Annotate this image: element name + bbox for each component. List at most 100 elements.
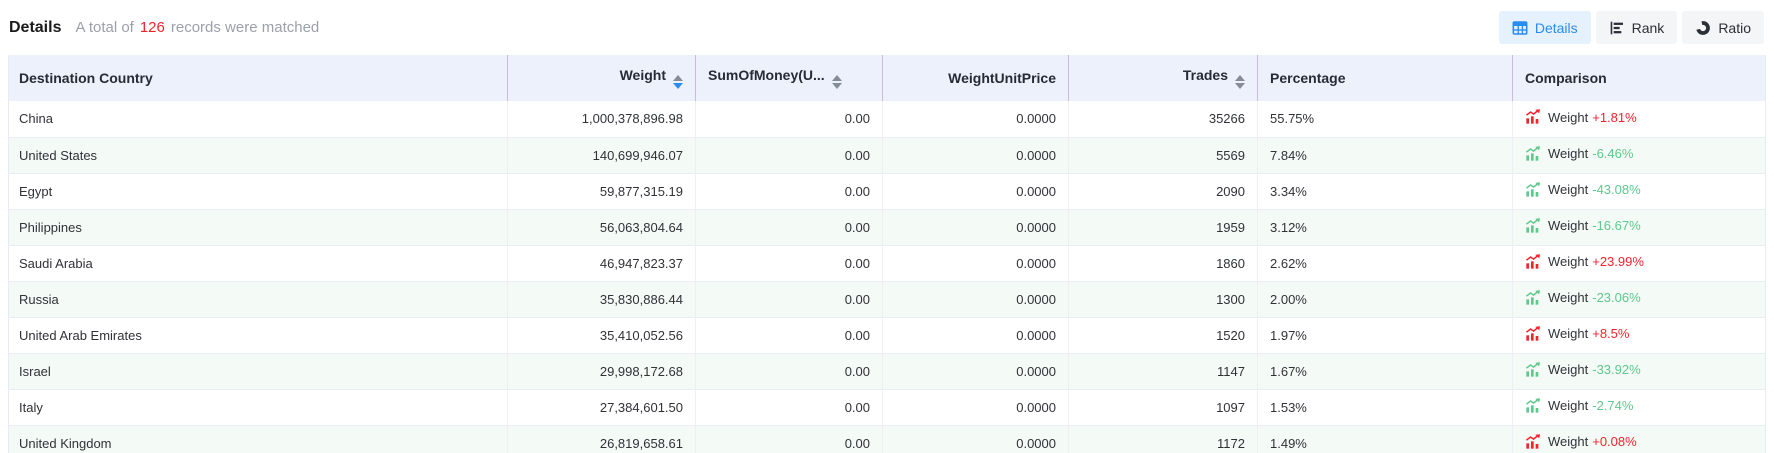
cell-trades: 1097 <box>1069 389 1258 425</box>
trend-chart-icon <box>1525 326 1541 342</box>
comparison-indicator: Weight -2.74% <box>1525 398 1633 414</box>
cell-sum-of-money: 0.00 <box>696 137 883 173</box>
cell-comparison: Weight -33.92% <box>1513 353 1766 389</box>
comparison-percent-value: -23.06% <box>1592 290 1640 305</box>
cell-trades: 2090 <box>1069 173 1258 209</box>
cell-trades: 1520 <box>1069 317 1258 353</box>
col-header-sum-of-money[interactable]: SumOfMoney(U... <box>696 55 883 101</box>
topbar-summary-group: Details A total of126records were matche… <box>9 19 319 37</box>
comparison-percent-value: +0.08% <box>1592 434 1636 449</box>
cell-weight-unit-price: 0.0000 <box>883 389 1069 425</box>
table-grid-icon <box>1512 20 1528 36</box>
comparison-metric-label: Weight <box>1548 326 1588 341</box>
comparison-percent-value: -33.92% <box>1592 362 1640 377</box>
summary-suffix: records were matched <box>171 19 319 36</box>
cell-weight: 1,000,378,896.98 <box>508 101 696 137</box>
cell-sum-of-money: 0.00 <box>696 245 883 281</box>
ratio-view-label: Ratio <box>1718 20 1751 36</box>
cell-weight: 35,410,052.56 <box>508 317 696 353</box>
cell-weight-unit-price: 0.0000 <box>883 317 1069 353</box>
comparison-indicator: Weight +1.81% <box>1525 109 1637 125</box>
table-row: Philippines 56,063,804.64 0.00 0.0000 19… <box>9 209 1766 245</box>
table-row: United Arab Emirates 35,410,052.56 0.00 … <box>9 317 1766 353</box>
cell-destination-country: Italy <box>9 389 508 425</box>
cell-weight-unit-price: 0.0000 <box>883 245 1069 281</box>
trend-chart-icon <box>1525 218 1541 234</box>
comparison-indicator: Weight -43.08% <box>1525 182 1641 198</box>
trend-chart-icon <box>1525 398 1541 414</box>
comparison-indicator: Weight -23.06% <box>1525 290 1641 306</box>
trend-chart-icon <box>1525 146 1541 162</box>
cell-trades: 1300 <box>1069 281 1258 317</box>
cell-percentage: 2.62% <box>1258 245 1513 281</box>
ratio-view-button[interactable]: Ratio <box>1682 11 1764 44</box>
comparison-percent-value: +1.81% <box>1592 110 1636 125</box>
cell-comparison: Weight -16.67% <box>1513 209 1766 245</box>
comparison-percent-value: -16.67% <box>1592 218 1640 233</box>
cell-weight-unit-price: 0.0000 <box>883 425 1069 453</box>
col-header-weight[interactable]: Weight <box>508 55 696 101</box>
trend-chart-icon <box>1525 109 1541 125</box>
cell-destination-country: Egypt <box>9 173 508 209</box>
rank-bars-icon <box>1609 20 1625 36</box>
cell-destination-country: Philippines <box>9 209 508 245</box>
comparison-metric-label: Weight <box>1548 290 1588 305</box>
cell-comparison: Weight -6.46% <box>1513 137 1766 173</box>
col-header-comparison: Comparison <box>1513 55 1766 101</box>
cell-weight: 26,819,658.61 <box>508 425 696 453</box>
comparison-metric-label: Weight <box>1548 398 1588 413</box>
cell-sum-of-money: 0.00 <box>696 425 883 453</box>
table-body: China 1,000,378,896.98 0.00 0.0000 35266… <box>9 101 1766 453</box>
cell-weight-unit-price: 0.0000 <box>883 101 1069 137</box>
table-row: Saudi Arabia 46,947,823.37 0.00 0.0000 1… <box>9 245 1766 281</box>
comparison-percent-value: -6.46% <box>1592 146 1633 161</box>
col-header-destination-country: Destination Country <box>9 55 508 101</box>
cell-sum-of-money: 0.00 <box>696 209 883 245</box>
table-row: Israel 29,998,172.68 0.00 0.0000 1147 1.… <box>9 353 1766 389</box>
sort-icon-weight[interactable] <box>673 75 683 89</box>
cell-percentage: 1.53% <box>1258 389 1513 425</box>
cell-trades: 1959 <box>1069 209 1258 245</box>
comparison-percent-value: -43.08% <box>1592 182 1640 197</box>
cell-weight-unit-price: 0.0000 <box>883 137 1069 173</box>
cell-comparison: Weight -2.74% <box>1513 389 1766 425</box>
cell-percentage: 7.84% <box>1258 137 1513 173</box>
sort-icon-sum-of-money[interactable] <box>832 75 842 89</box>
cell-trades: 1172 <box>1069 425 1258 453</box>
details-view-button[interactable]: Details <box>1499 11 1591 44</box>
cell-sum-of-money: 0.00 <box>696 173 883 209</box>
table-header-row: Destination Country Weight SumOfMoney(U.… <box>9 55 1766 101</box>
cell-weight: 27,384,601.50 <box>508 389 696 425</box>
topbar: Details A total of126records were matche… <box>0 0 1774 55</box>
cell-destination-country: United Arab Emirates <box>9 317 508 353</box>
rank-view-button[interactable]: Rank <box>1596 11 1678 44</box>
cell-destination-country: United Kingdom <box>9 425 508 453</box>
comparison-indicator: Weight -16.67% <box>1525 218 1641 234</box>
cell-comparison: Weight -43.08% <box>1513 173 1766 209</box>
comparison-percent-value: -2.74% <box>1592 398 1633 413</box>
trend-chart-icon <box>1525 434 1541 450</box>
cell-trades: 1147 <box>1069 353 1258 389</box>
table-row: United States 140,699,946.07 0.00 0.0000… <box>9 137 1766 173</box>
col-header-trades[interactable]: Trades <box>1069 55 1258 101</box>
table-row: Italy 27,384,601.50 0.00 0.0000 1097 1.5… <box>9 389 1766 425</box>
comparison-percent-value: +8.5% <box>1592 326 1629 341</box>
cell-weight-unit-price: 0.0000 <box>883 281 1069 317</box>
cell-destination-country: Saudi Arabia <box>9 245 508 281</box>
cell-comparison: Weight +8.5% <box>1513 317 1766 353</box>
col-header-percentage: Percentage <box>1258 55 1513 101</box>
cell-sum-of-money: 0.00 <box>696 317 883 353</box>
cell-destination-country: Israel <box>9 353 508 389</box>
records-count: 126 <box>140 19 165 36</box>
records-summary: A total of126records were matched <box>75 19 319 36</box>
cell-percentage: 55.75% <box>1258 101 1513 137</box>
rank-view-label: Rank <box>1632 20 1665 36</box>
comparison-indicator: Weight -33.92% <box>1525 362 1641 378</box>
table-row: Russia 35,830,886.44 0.00 0.0000 1300 2.… <box>9 281 1766 317</box>
cell-sum-of-money: 0.00 <box>696 353 883 389</box>
cell-destination-country: China <box>9 101 508 137</box>
table-row: United Kingdom 26,819,658.61 0.00 0.0000… <box>9 425 1766 453</box>
cell-comparison: Weight +1.81% <box>1513 101 1766 137</box>
cell-percentage: 3.34% <box>1258 173 1513 209</box>
sort-icon-trades[interactable] <box>1235 75 1245 89</box>
